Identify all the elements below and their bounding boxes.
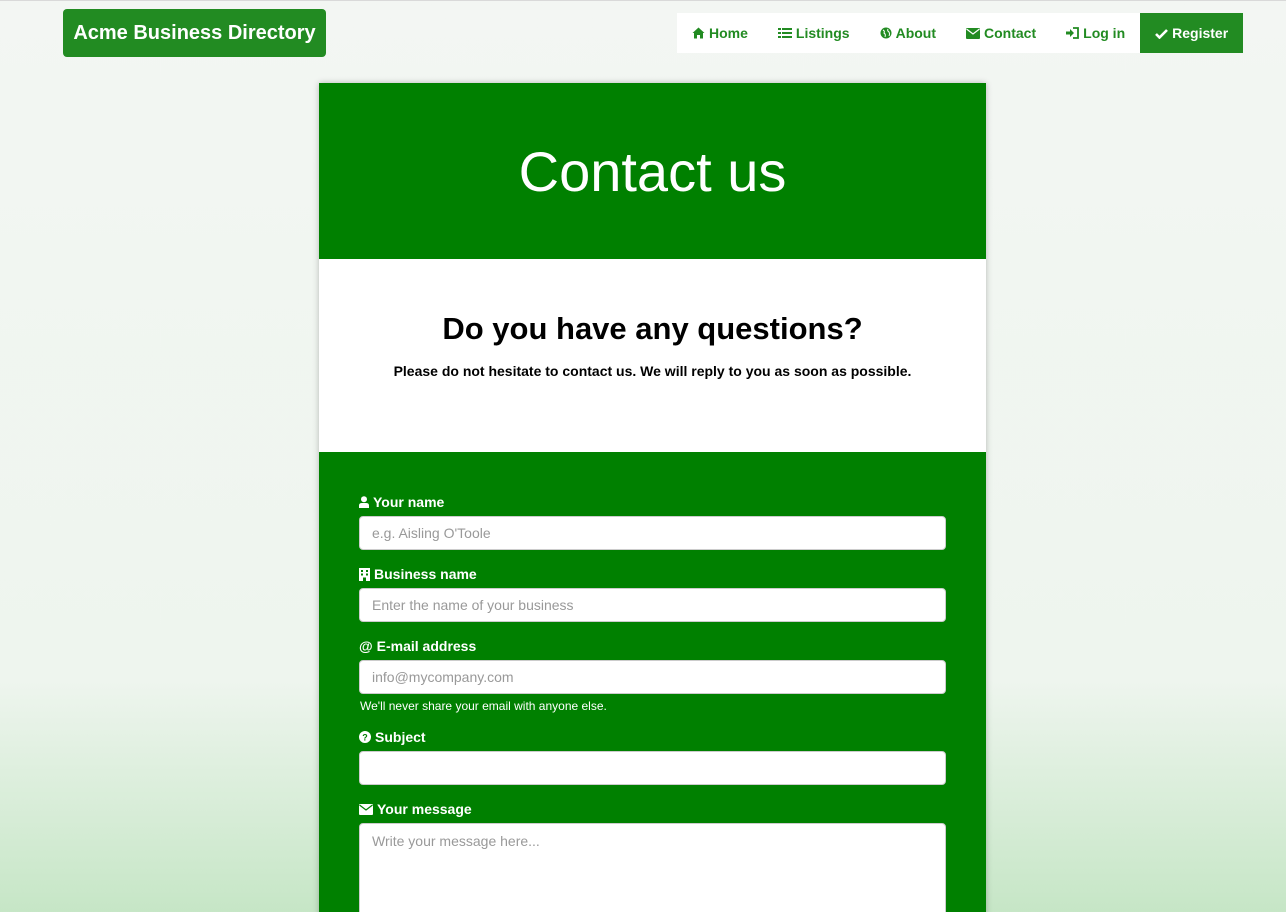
subject-label: ? Subject — [359, 729, 946, 745]
envelope-icon — [966, 27, 981, 39]
page-title: Contact us — [518, 139, 787, 203]
nav-listings-label: Listings — [795, 25, 850, 41]
contact-form: Your name Business name @ E-mail address… — [319, 452, 986, 912]
building-icon — [359, 567, 370, 581]
name-label-text: Your name — [373, 494, 445, 510]
subject-field-group: ? Subject — [359, 729, 946, 785]
business-label: Business name — [359, 566, 946, 582]
nav-contact[interactable]: Contact — [951, 13, 1051, 53]
main-nav: Home Listings About Contact Log in Regis… — [677, 13, 1244, 53]
home-icon — [692, 27, 705, 39]
question-circle-icon: ? — [359, 731, 371, 743]
message-label-text: Your message — [377, 801, 472, 817]
svg-text:?: ? — [362, 732, 368, 742]
sign-in-icon — [1066, 27, 1080, 39]
email-help-text: We'll never share your email with anyone… — [360, 699, 607, 713]
nav-register[interactable]: Register — [1140, 13, 1244, 53]
nav-login-label: Log in — [1083, 25, 1126, 41]
business-field-group: Business name — [359, 566, 946, 622]
name-input[interactable] — [359, 516, 946, 550]
nav-listings[interactable]: Listings — [763, 13, 865, 53]
nav-contact-label: Contact — [984, 25, 1037, 41]
intro-text: Please do not hesitate to contact us. We… — [393, 363, 912, 379]
business-label-text: Business name — [374, 566, 477, 582]
user-icon — [359, 496, 369, 508]
envelope-icon — [359, 803, 373, 815]
nav-home-label: Home — [709, 25, 748, 41]
name-label: Your name — [359, 494, 946, 510]
email-label-text: E-mail address — [376, 638, 477, 654]
message-textarea[interactable] — [359, 823, 946, 912]
intro-heading: Do you have any questions? — [442, 311, 863, 346]
email-label: @ E-mail address — [359, 638, 946, 654]
subject-input[interactable] — [359, 751, 946, 785]
email-field-group: @ E-mail address We'll never share your … — [359, 638, 946, 713]
globe-icon — [880, 27, 892, 39]
message-label: Your message — [359, 801, 946, 817]
nav-home[interactable]: Home — [677, 13, 763, 53]
nav-about[interactable]: About — [865, 13, 951, 53]
check-icon — [1155, 28, 1169, 39]
intro-section: Do you have any questions? Please do not… — [319, 259, 986, 452]
brand-title: Acme Business Directory — [73, 21, 316, 44]
name-field-group: Your name — [359, 494, 946, 550]
list-icon — [777, 27, 792, 39]
business-name-input[interactable] — [359, 588, 946, 622]
nav-register-label: Register — [1172, 25, 1229, 41]
contact-card: Contact us Do you have any questions? Pl… — [319, 83, 986, 912]
hero-banner: Contact us — [319, 83, 986, 259]
at-icon: @ — [359, 638, 373, 654]
message-field-group: Your message — [359, 801, 946, 912]
email-input[interactable] — [359, 660, 946, 694]
brand-logo[interactable]: Acme Business Directory — [63, 9, 326, 57]
subject-label-text: Subject — [375, 729, 426, 745]
nav-login[interactable]: Log in — [1051, 13, 1140, 53]
nav-about-label: About — [895, 25, 937, 41]
